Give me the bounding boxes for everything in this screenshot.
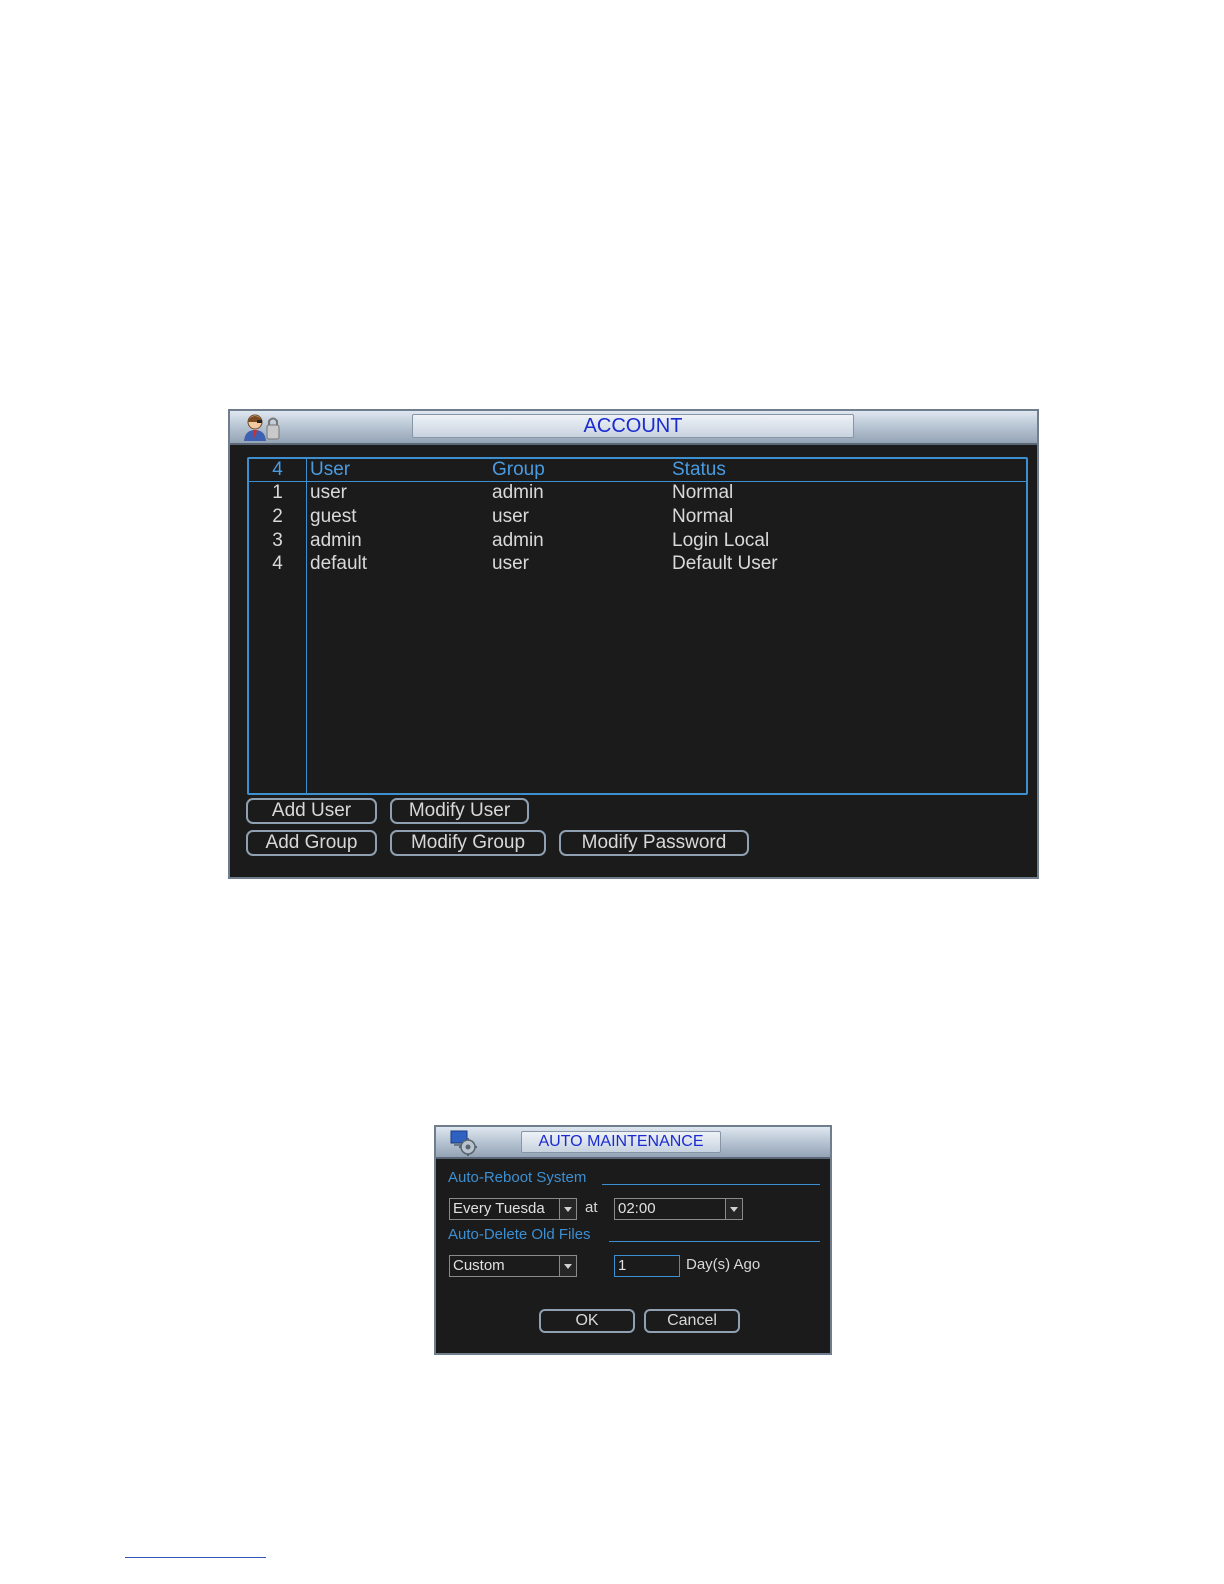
header-count: 4 — [272, 459, 283, 480]
row-user: guest — [310, 506, 357, 527]
row-status: Normal — [672, 506, 734, 527]
chevron-down-icon[interactable] — [559, 1256, 576, 1276]
auto-maintenance-title: AUTO MAINTENANCE — [521, 1131, 721, 1153]
auto-maintenance-window: AUTO MAINTENANCE Auto-Reboot System Ever… — [434, 1125, 832, 1355]
auto-maintenance-titlebar: AUTO MAINTENANCE — [436, 1127, 830, 1159]
reboot-day-value: Every Tuesda — [453, 1200, 545, 1217]
cancel-button[interactable]: Cancel — [644, 1309, 740, 1333]
reboot-time-value: 02:00 — [618, 1200, 656, 1217]
reboot-time-select[interactable]: 02:00 — [614, 1198, 743, 1220]
header-group[interactable]: Group — [492, 458, 545, 481]
row-group: admin — [492, 530, 544, 551]
delete-mode-select[interactable]: Custom — [449, 1255, 577, 1277]
auto-reboot-label: Auto-Reboot System — [448, 1169, 587, 1186]
header-status[interactable]: Status — [672, 458, 726, 481]
auto-delete-label: Auto-Delete Old Files — [448, 1226, 591, 1243]
row-group: admin — [492, 482, 544, 503]
reboot-day-select[interactable]: Every Tuesda — [449, 1198, 577, 1220]
row-number: 3 — [272, 530, 283, 551]
row-user: user — [310, 482, 347, 503]
footnote-rule — [125, 1557, 266, 1558]
user-account-icon — [240, 413, 284, 446]
chevron-down-icon[interactable] — [725, 1199, 742, 1219]
modify-user-button[interactable]: Modify User — [390, 798, 529, 824]
at-label: at — [585, 1199, 598, 1216]
row-group: user — [492, 506, 529, 527]
section-divider — [602, 1184, 820, 1185]
modify-password-button[interactable]: Modify Password — [559, 830, 749, 856]
header-user[interactable]: User — [310, 458, 350, 481]
add-group-button[interactable]: Add Group — [246, 830, 377, 856]
row-number: 1 — [272, 482, 283, 503]
row-status: Login Local — [672, 530, 770, 551]
delete-mode-value: Custom — [453, 1257, 505, 1274]
account-titlebar: ACCOUNT — [230, 411, 1037, 445]
ok-button[interactable]: OK — [539, 1309, 635, 1333]
modify-group-button[interactable]: Modify Group — [390, 830, 546, 856]
row-number: 4 — [272, 553, 283, 574]
table-row[interactable]: 4 default user Default User — [249, 552, 1026, 575]
row-number: 2 — [272, 506, 283, 527]
user-table: 4 User Group Status 1 user admin Normal … — [247, 457, 1028, 795]
table-row[interactable]: 3 admin admin Login Local — [249, 529, 1026, 552]
row-status: Normal — [672, 482, 734, 503]
delete-days-input[interactable]: 1 — [614, 1255, 680, 1277]
section-divider — [609, 1241, 820, 1242]
row-user: default — [310, 553, 368, 574]
account-title: ACCOUNT — [412, 414, 854, 438]
table-row[interactable]: 2 guest user Normal — [249, 505, 1026, 528]
row-status: Default User — [672, 553, 778, 574]
table-row[interactable]: 1 user admin Normal — [249, 481, 1026, 504]
days-ago-label: Day(s) Ago — [686, 1256, 761, 1273]
chevron-down-icon[interactable] — [559, 1199, 576, 1219]
row-user: admin — [310, 530, 362, 551]
account-window: ACCOUNT 4 User Group Status 1 user admin… — [228, 409, 1039, 879]
maintenance-icon — [448, 1128, 478, 1161]
table-header: 4 User Group Status — [249, 458, 1026, 481]
row-group: user — [492, 553, 529, 574]
add-user-button[interactable]: Add User — [246, 798, 377, 824]
